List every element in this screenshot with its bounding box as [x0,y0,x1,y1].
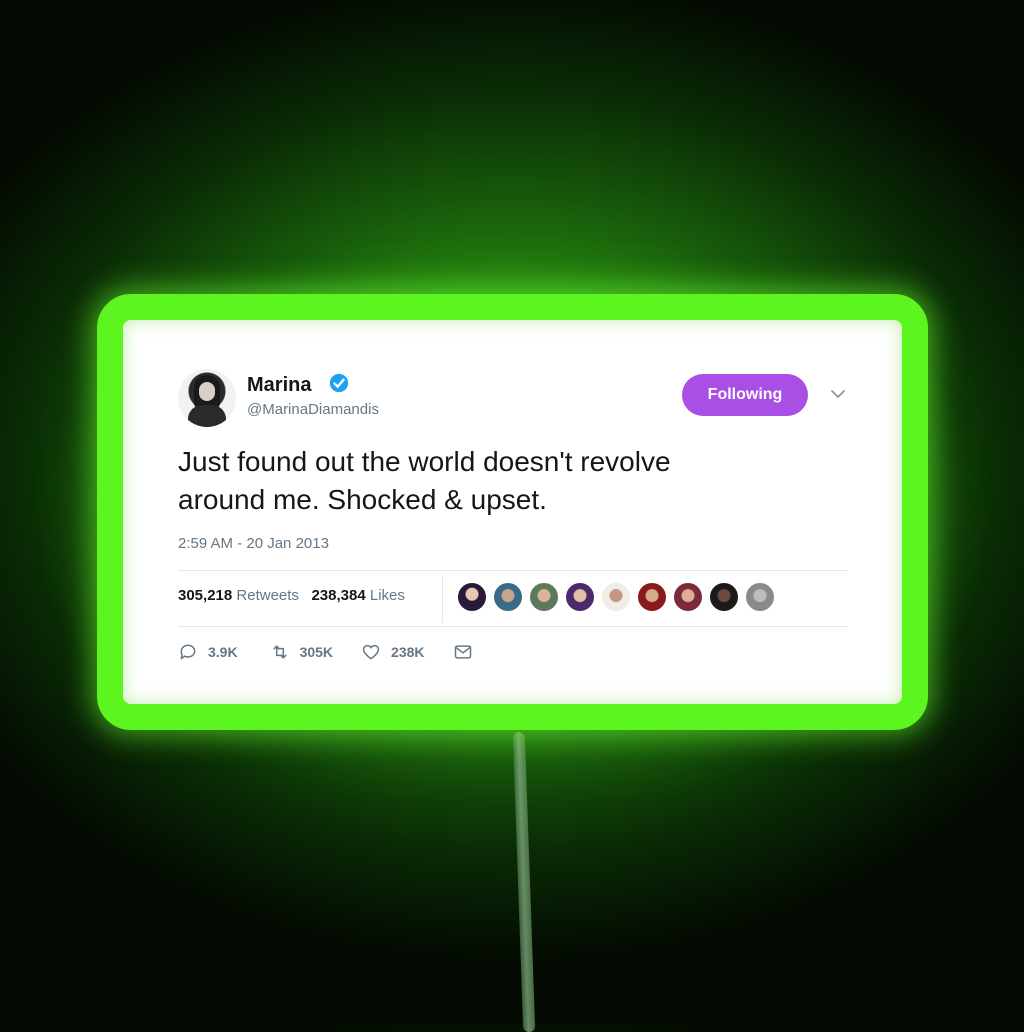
tweet-text: Just found out the world doesn't revolve… [178,443,818,519]
liker-avatar[interactable] [457,582,487,612]
liker-avatar[interactable] [637,582,667,612]
tweet-text-line: around me. Shocked & upset. [178,484,547,515]
likes-label[interactable]: Likes [370,587,405,604]
verified-badge-icon [329,373,349,393]
author-handle[interactable]: @MarinaDiamandis [247,401,379,418]
heart-icon [362,644,380,660]
retweets-label[interactable]: Retweets [236,587,299,604]
reply-count: 3.9K [208,644,238,660]
divider [442,575,443,623]
avatar[interactable] [178,369,236,427]
mail-icon [454,645,471,659]
likes-count[interactable]: 238,384 [311,587,365,604]
tweet-timestamp[interactable]: 2:59 AM - 20 Jan 2013 [178,535,329,552]
direct-message-button[interactable] [453,642,483,662]
liker-avatar[interactable] [673,582,703,612]
reply-button[interactable]: 3.9K [178,642,238,662]
retweet-count: 305K [299,644,334,660]
divider [178,570,848,571]
neon-sign-frame: Marina @MarinaDiamandis Following Just f… [97,294,928,730]
retweets-count[interactable]: 305,218 [178,587,232,604]
liker-avatar[interactable] [493,582,523,612]
tweet-card: Marina @MarinaDiamandis Following Just f… [123,320,902,704]
engagement-stats: 305,218 Retweets 238,384 Likes [178,587,405,604]
tweet-text-line: Just found out the world doesn't revolve [178,446,671,477]
divider [178,626,848,627]
liker-avatar[interactable] [601,582,631,612]
like-button[interactable]: 238K [361,642,425,662]
liker-avatar[interactable] [745,582,775,612]
author-name[interactable]: Marina [247,374,311,397]
chevron-down-icon[interactable] [830,388,846,400]
liker-avatar[interactable] [565,582,595,612]
following-button[interactable]: Following [682,374,808,416]
reply-icon [180,644,196,660]
retweet-icon [272,645,287,659]
tweet-actions: 3.9K 305K 238K [178,642,483,662]
liker-avatar[interactable] [709,582,739,612]
liker-avatar[interactable] [529,582,559,612]
liker-avatars [457,582,775,612]
like-count: 238K [391,644,425,660]
retweet-button[interactable]: 305K [270,642,333,662]
